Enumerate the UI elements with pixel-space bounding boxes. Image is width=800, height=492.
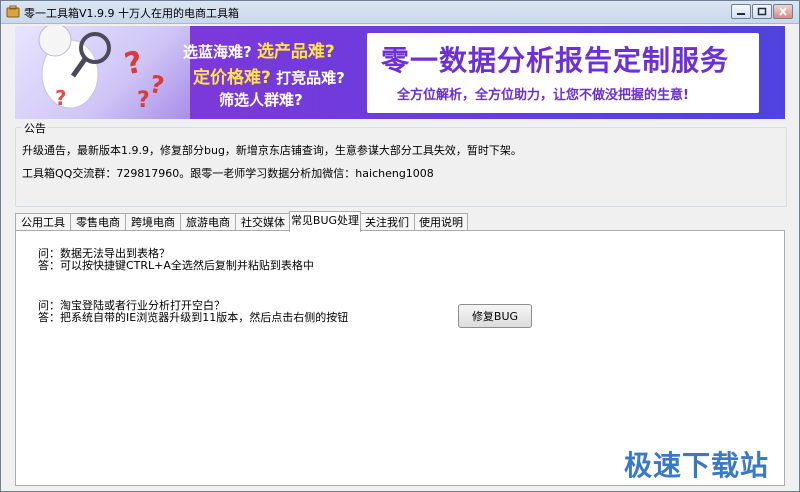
banner-line-2: 定价格难? 打竞品难? (193, 63, 345, 88)
notice-line-2: 工具箱QQ交流群：729817960。跟零一老师学习数据分析加微信：haiche… (22, 167, 434, 180)
tab-social-media[interactable]: 社交媒体 (235, 213, 291, 230)
banner-line-2b: 打竞品难? (276, 69, 345, 87)
fix-bug-button[interactable]: 修复BUG (458, 304, 532, 328)
banner-line-1b: 选产品难? (256, 42, 335, 62)
tab-retail-ecommerce[interactable]: 零售电商 (70, 213, 126, 230)
notice-legend: 公告 (22, 120, 48, 136)
title-bar[interactable]: 零一工具箱V1.9.9 十万人在用的电商工具箱 (1, 1, 799, 24)
banner-line-1a: 选蓝海难? (183, 43, 252, 61)
promo-box: 零一数据分析报告定制服务 全方位解析，全方位助力，让您不做没把握的生意! (367, 33, 759, 113)
banner-illustration: ? ? ? ? (15, 26, 190, 119)
tab-follow-us[interactable]: 关注我们 (359, 213, 415, 230)
faq-answer-1: 答：可以按快捷键CTRL+A全选然后复制并粘贴到表格中 (38, 259, 314, 272)
notice-group: 公告 升级通告，最新版本1.9.9，修复部分bug，新增京东店铺查询，生意参谋大… (15, 120, 787, 207)
promo-title: 零一数据分析报告定制服务 (381, 44, 730, 77)
tab-bug-fix[interactable]: 常见BUG处理 (289, 211, 361, 232)
minimize-icon (737, 13, 745, 15)
banner-line-3: 筛选人群难? (219, 89, 303, 110)
question-mark-4: ? (55, 86, 67, 110)
tab-cross-border[interactable]: 跨境电商 (125, 213, 181, 230)
ad-banner[interactable]: ? ? ? ? 选蓝海难? 选产品难? 定价格难? 打竞品难? 筛选人群难? 零… (15, 26, 785, 119)
banner-line-1: 选蓝海难? 选产品难? (183, 37, 335, 62)
tab-travel-ecommerce[interactable]: 旅游电商 (180, 213, 236, 230)
watermark-text: 极速下载站 (624, 449, 770, 482)
notice-line-1: 升级通告，最新版本1.9.9，修复部分bug，新增京东店铺查询，生意参谋大部分工… (22, 144, 522, 157)
faq-answer-2: 答：把系统自带的IE浏览器升级到11版本，然后点击右侧的按钮 (38, 311, 349, 324)
tab-common-tools[interactable]: 公用工具 (15, 213, 71, 230)
maximize-icon (757, 7, 767, 16)
banner-line-3-text: 筛选人群难? (219, 91, 303, 109)
banner-line-2a: 定价格难? (193, 68, 271, 88)
promo-subtitle: 全方位解析，全方位助力，让您不做没把握的生意! (397, 88, 689, 103)
maximize-button[interactable] (752, 4, 772, 19)
window-title: 零一工具箱V1.9.9 十万人在用的电商工具箱 (24, 7, 240, 20)
close-icon (779, 7, 787, 16)
close-button[interactable] (773, 4, 793, 19)
question-mark-3: ? (137, 88, 150, 113)
minimize-button[interactable] (731, 4, 751, 19)
tab-instructions[interactable]: 使用说明 (414, 213, 468, 230)
app-window: 零一工具箱V1.9.9 十万人在用的电商工具箱 ? ? ? ? 选蓝海难? 选产… (0, 0, 800, 492)
app-icon (6, 5, 20, 18)
